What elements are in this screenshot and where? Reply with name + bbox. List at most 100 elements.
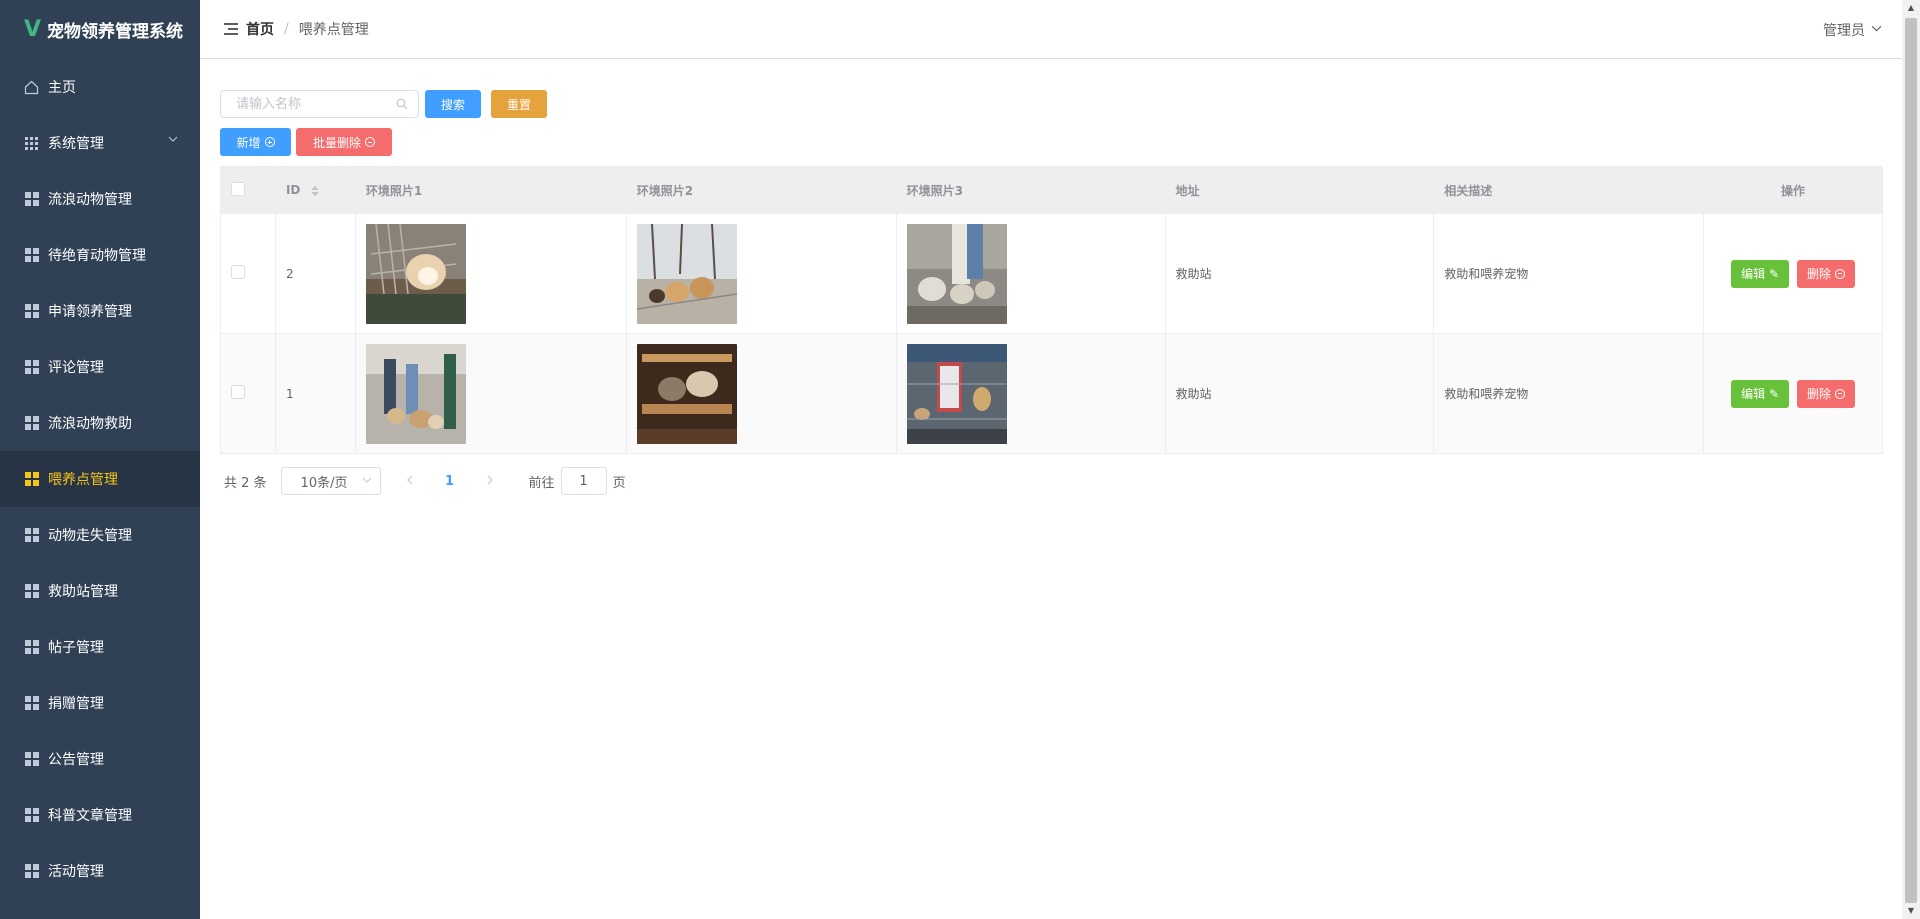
- sidebar-item-articles[interactable]: 科普文章管理: [0, 787, 200, 843]
- column-header-id[interactable]: ID: [274, 166, 356, 214]
- next-page-button[interactable]: [475, 474, 505, 489]
- id-cell: 2: [274, 213, 356, 334]
- photo1-cell: [354, 333, 627, 454]
- add-button-label: 新增: [236, 135, 261, 150]
- search-icon: [396, 98, 408, 110]
- volunteers-with-dogs-photo[interactable]: [906, 223, 1007, 324]
- search-input[interactable]: [221, 91, 418, 117]
- prev-page-button[interactable]: [395, 474, 425, 489]
- photo3-cell: [895, 213, 1166, 334]
- column-header-description: 相关描述: [1433, 166, 1705, 214]
- edit-button[interactable]: 编辑 ✎: [1731, 259, 1790, 288]
- sidebar-item-sterilization[interactable]: 待绝育动物管理: [0, 227, 200, 283]
- sort-icon[interactable]: [310, 185, 319, 196]
- search-button-label: 搜索: [440, 97, 465, 112]
- sidebar-item-label: 流浪动物管理: [48, 192, 132, 208]
- page-suffix-label: 页: [612, 475, 626, 491]
- photo1-cell: [354, 213, 627, 334]
- vertical-scrollbar[interactable]: ▲ ▼: [1902, 0, 1920, 919]
- grid-icon: [24, 304, 39, 319]
- reset-button[interactable]: 重置: [491, 90, 547, 118]
- scroll-down-icon[interactable]: ▼: [1902, 903, 1920, 919]
- column-header-actions: 操作: [1703, 166, 1883, 214]
- chevron-down-icon: [1871, 23, 1882, 37]
- table-row: 2 救助站 救助和喂养宠物 编辑 ✎ 删除: [220, 213, 1883, 334]
- sidebar-item-feeding-points[interactable]: 喂养点管理: [0, 451, 200, 507]
- sidebar-item-rescue[interactable]: 流浪动物救助: [0, 395, 200, 451]
- pagination: 共 2 条 10条/页 1 前往 页: [224, 467, 626, 495]
- table-row: 1 救助站 救助和喂养宠物 编辑 ✎ 删除: [220, 333, 1883, 454]
- delete-button[interactable]: 删除: [1796, 259, 1855, 288]
- sidebar-item-label: 帖子管理: [48, 640, 104, 656]
- actions-cell: 编辑 ✎ 删除: [1703, 213, 1883, 334]
- column-header-photo2: 环境照片2: [625, 166, 897, 214]
- plus-circle-icon: [264, 137, 275, 147]
- row-checkbox[interactable]: [231, 265, 245, 279]
- dog-in-cage-photo[interactable]: [365, 223, 466, 324]
- sidebar-item-label: 待绝育动物管理: [48, 248, 146, 264]
- batch-delete-button[interactable]: 批量删除: [296, 128, 392, 156]
- sidebar-item-label: 流浪动物救助: [48, 416, 132, 432]
- page-size-value: 10条/页: [300, 475, 348, 491]
- row-checkbox[interactable]: [231, 385, 245, 399]
- sidebar-item-label: 活动管理: [48, 864, 104, 880]
- dogs-in-kennel-photo[interactable]: [636, 343, 737, 444]
- rescue-station-photo[interactable]: [906, 343, 1007, 444]
- sidebar-item-announcements[interactable]: 公告管理: [0, 731, 200, 787]
- sidebar-item-system[interactable]: 系统管理: [0, 115, 200, 171]
- page-size-select[interactable]: 10条/页: [280, 467, 381, 495]
- scrollbar-thumb[interactable]: [1905, 18, 1917, 903]
- people-with-dogs-photo[interactable]: [365, 343, 466, 444]
- dogs-in-snow-photo[interactable]: [636, 223, 737, 324]
- grid-icon: [24, 696, 39, 711]
- edit-icon: ✎: [1769, 386, 1780, 401]
- sidebar-item-label: 救助站管理: [48, 584, 118, 600]
- grid-icon: [24, 584, 39, 599]
- grid-icon: [24, 528, 39, 543]
- minus-circle-icon: [1834, 268, 1845, 279]
- search-button[interactable]: 搜索: [425, 90, 481, 118]
- user-menu[interactable]: 管理员: [1823, 20, 1882, 40]
- goto-page-input[interactable]: [560, 467, 607, 495]
- page-number-current[interactable]: 1: [435, 474, 465, 489]
- sidebar-item-adoption[interactable]: 申请领养管理: [0, 283, 200, 339]
- chevron-right-icon: [487, 475, 493, 484]
- select-all-cell: [220, 166, 276, 214]
- chevron-left-icon: [406, 475, 412, 484]
- goto-label: 前往: [528, 475, 555, 491]
- hamburger-icon[interactable]: [220, 21, 238, 37]
- scroll-up-icon[interactable]: ▲: [1902, 0, 1920, 16]
- add-button[interactable]: 新增: [220, 128, 291, 156]
- edit-button[interactable]: 编辑 ✎: [1731, 379, 1790, 408]
- delete-button[interactable]: 删除: [1796, 379, 1855, 408]
- edit-button-label: 编辑: [1741, 387, 1766, 401]
- feeding-points-table: ID 环境照片1 环境照片2 环境照片3 地址 相关描述 操作 2 救助站 救助…: [220, 166, 1883, 454]
- sidebar-item-rescue-stations[interactable]: 救助站管理: [0, 563, 200, 619]
- grid-icon: [24, 360, 39, 375]
- sidebar-item-comments[interactable]: 评论管理: [0, 339, 200, 395]
- breadcrumb-home[interactable]: 首页: [246, 19, 274, 39]
- batch-delete-button-label: 批量删除: [312, 135, 361, 150]
- chevron-down-icon: [362, 475, 372, 488]
- photo3-cell: [895, 333, 1166, 454]
- app-logo: V 宠物领养管理系统: [0, 0, 200, 59]
- sidebar-item-home[interactable]: 主页: [0, 59, 200, 115]
- pagination-total: 共 2 条: [224, 475, 267, 491]
- select-all-checkbox[interactable]: [231, 181, 245, 196]
- breadcrumb-separator: /: [284, 21, 289, 37]
- sidebar-item-activities[interactable]: 活动管理: [0, 843, 200, 899]
- sidebar-item-label: 主页: [48, 80, 76, 96]
- sidebar-item-stray-animals[interactable]: 流浪动物管理: [0, 171, 200, 227]
- grid-icon: [24, 248, 39, 263]
- chevron-down-icon: [168, 133, 178, 147]
- sidebar-item-lost-animals[interactable]: 动物走失管理: [0, 507, 200, 563]
- description-cell: 救助和喂养宠物: [1433, 333, 1705, 454]
- grid-icon: [24, 640, 39, 655]
- sidebar-item-label: 动物走失管理: [48, 528, 132, 544]
- top-navbar: 首页 / 喂养点管理 管理员: [200, 0, 1902, 59]
- grid-icon: [24, 136, 39, 151]
- sidebar-item-label: 公告管理: [48, 752, 104, 768]
- edit-icon: ✎: [1769, 266, 1780, 281]
- sidebar-item-posts[interactable]: 帖子管理: [0, 619, 200, 675]
- sidebar-item-donations[interactable]: 捐赠管理: [0, 675, 200, 731]
